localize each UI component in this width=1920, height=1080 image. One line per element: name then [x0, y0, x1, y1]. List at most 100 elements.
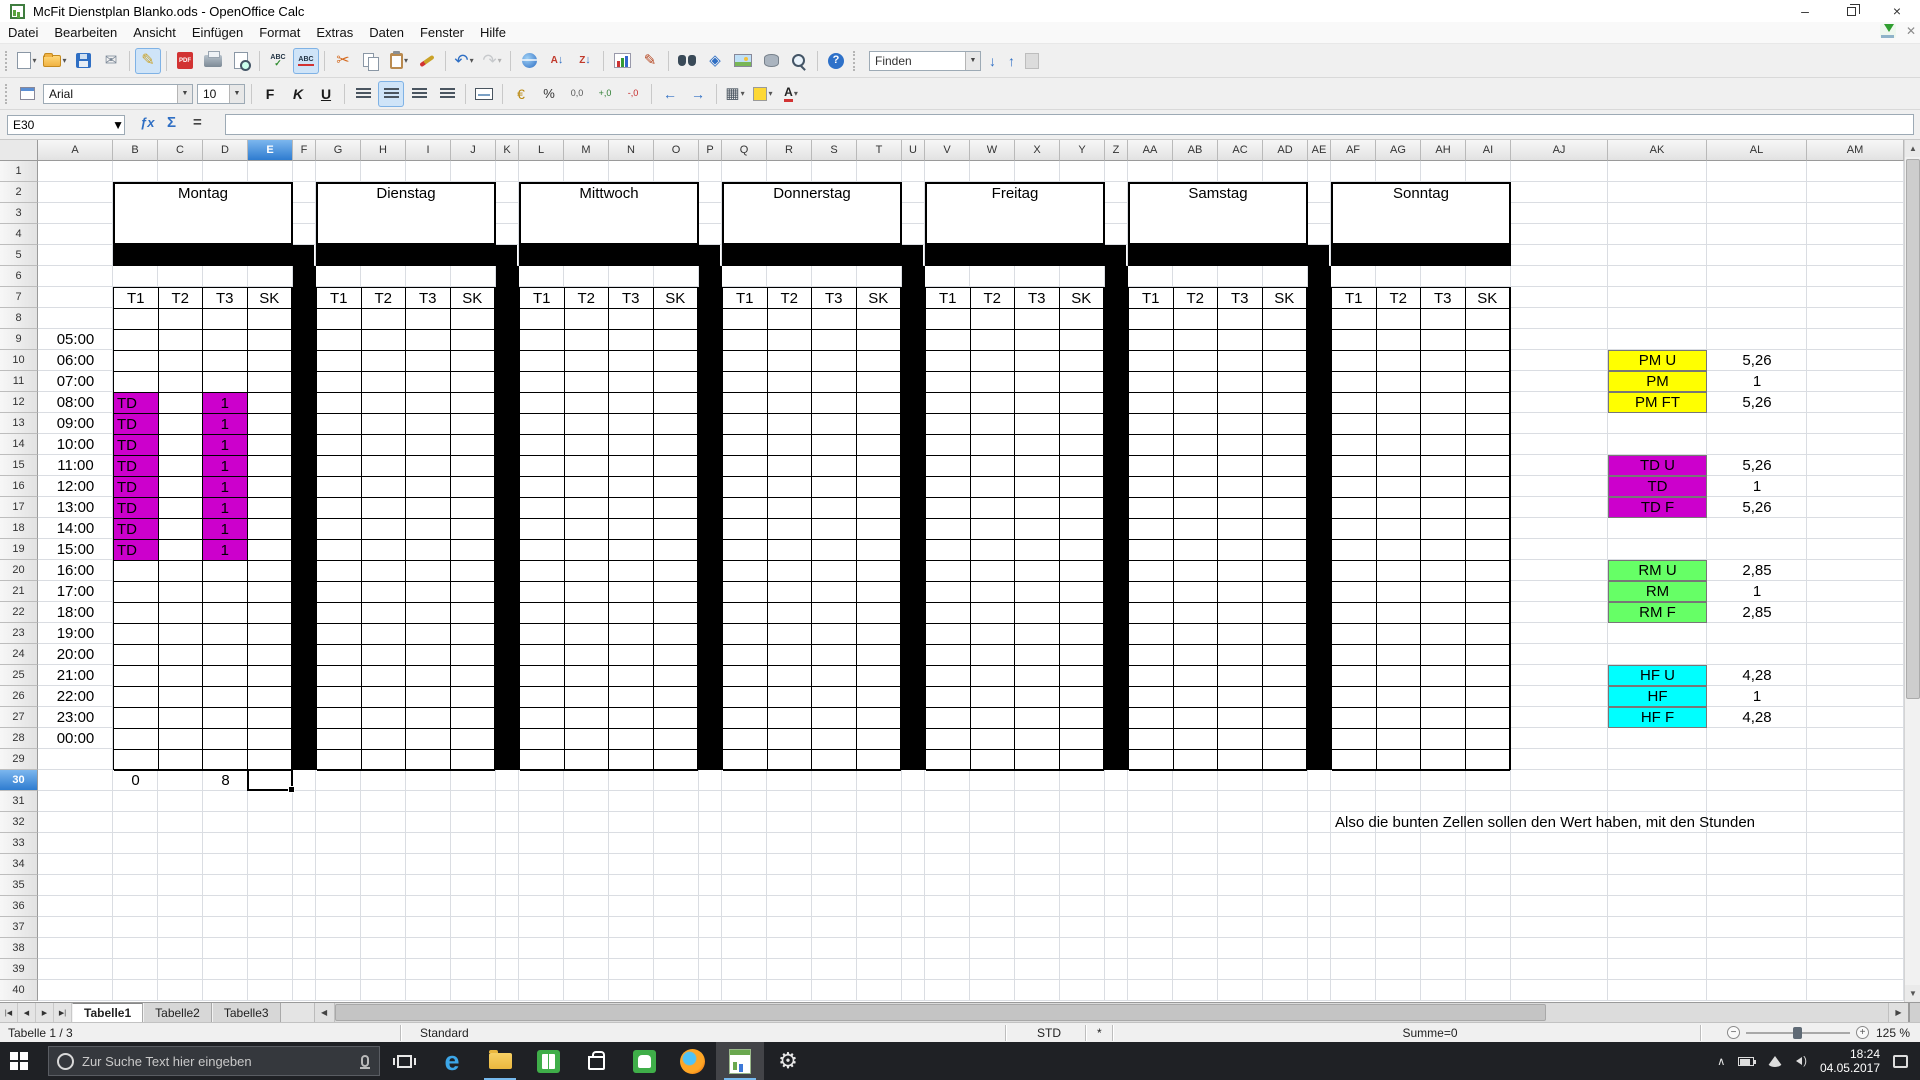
shift-cell[interactable]: [723, 414, 768, 435]
shift-cell[interactable]: [451, 645, 496, 666]
shift-cell[interactable]: [406, 729, 451, 750]
shift-cell[interactable]: [926, 687, 971, 708]
column-header-R[interactable]: R: [767, 140, 812, 161]
shift-cell[interactable]: [203, 351, 248, 372]
shift-cell[interactable]: [857, 414, 902, 435]
legend-value-hf-u[interactable]: 4,28: [1707, 665, 1807, 686]
column-header-AG[interactable]: AG: [1376, 140, 1421, 161]
menu-item-hilfe[interactable]: Hilfe: [472, 22, 514, 44]
shift-cell[interactable]: [768, 561, 813, 582]
shift-cell[interactable]: [1332, 540, 1377, 561]
shift-cell[interactable]: [609, 519, 654, 540]
time-label[interactable]: 05:00: [38, 329, 113, 350]
column-header-AH[interactable]: AH: [1421, 140, 1466, 161]
column-header-M[interactable]: M: [564, 140, 609, 161]
time-label[interactable]: 13:00: [38, 497, 113, 518]
shift-entry-td[interactable]: TD: [114, 519, 159, 540]
shift-column-header[interactable]: SK: [451, 288, 496, 309]
shift-column-header[interactable]: SK: [857, 288, 902, 309]
shift-cell[interactable]: [1466, 708, 1511, 729]
sheet-tab-tabelle1[interactable]: Tabelle1: [72, 1003, 143, 1022]
shift-cell[interactable]: [926, 582, 971, 603]
formula-input-line[interactable]: [225, 114, 1914, 135]
shift-cell[interactable]: [1332, 393, 1377, 414]
shift-cell[interactable]: [971, 582, 1016, 603]
shift-cell[interactable]: [1060, 729, 1105, 750]
shift-cell[interactable]: [812, 498, 857, 519]
shift-cell[interactable]: [565, 540, 610, 561]
shift-cell[interactable]: [1466, 414, 1511, 435]
shift-cell[interactable]: [1377, 666, 1422, 687]
edit-file-icon[interactable]: ✎: [135, 48, 161, 74]
row-header-14[interactable]: 14: [0, 434, 38, 455]
shift-cell[interactable]: [406, 498, 451, 519]
shift-cell[interactable]: [723, 498, 768, 519]
shift-cell[interactable]: [1421, 687, 1466, 708]
shift-cell[interactable]: [609, 603, 654, 624]
shift-cell[interactable]: [248, 582, 293, 603]
next-sheet-button[interactable]: ▶: [36, 1003, 54, 1022]
row-header-30[interactable]: 30: [0, 770, 38, 791]
shift-cell[interactable]: [971, 687, 1016, 708]
chevron-down-icon[interactable]: ▼: [177, 85, 192, 103]
shift-cell[interactable]: [1421, 582, 1466, 603]
shift-cell[interactable]: [1263, 393, 1308, 414]
shift-cell[interactable]: [654, 330, 699, 351]
shift-cell[interactable]: [1174, 645, 1219, 666]
day-header-samstag[interactable]: Samstag: [1128, 182, 1308, 245]
shift-cell[interactable]: [114, 750, 159, 771]
shift-cell[interactable]: [1174, 477, 1219, 498]
save-icon[interactable]: [70, 48, 96, 74]
shift-cell[interactable]: [1060, 456, 1105, 477]
time-label[interactable]: 09:00: [38, 413, 113, 434]
shift-cell[interactable]: [1332, 435, 1377, 456]
shift-cell[interactable]: [926, 372, 971, 393]
shift-cell[interactable]: [1060, 582, 1105, 603]
shift-cell[interactable]: [406, 687, 451, 708]
select-all-corner[interactable]: [0, 140, 38, 161]
shift-cell[interactable]: [1129, 477, 1174, 498]
shift-cell[interactable]: [1129, 498, 1174, 519]
shift-cell[interactable]: [1421, 309, 1466, 330]
shift-cell[interactable]: [654, 729, 699, 750]
shift-cell[interactable]: [609, 372, 654, 393]
shift-cell[interactable]: [609, 582, 654, 603]
shift-cell[interactable]: [406, 414, 451, 435]
shift-cell[interactable]: [1377, 477, 1422, 498]
shift-cell[interactable]: [971, 477, 1016, 498]
shift-cell[interactable]: [159, 519, 204, 540]
shift-cell[interactable]: [362, 624, 407, 645]
shift-cell[interactable]: [654, 666, 699, 687]
day-header-montag[interactable]: Montag: [113, 182, 293, 245]
scroll-right-icon[interactable]: ▶: [1888, 1003, 1908, 1022]
shift-cell[interactable]: [1218, 540, 1263, 561]
shift-cell[interactable]: [1129, 351, 1174, 372]
legend-label-hf-f[interactable]: HF F: [1608, 707, 1707, 728]
shift-cell[interactable]: [1015, 708, 1060, 729]
shift-cell[interactable]: [971, 750, 1016, 771]
shift-cell[interactable]: [203, 330, 248, 351]
shift-cell[interactable]: [451, 477, 496, 498]
column-header-B[interactable]: B: [113, 140, 158, 161]
column-header-AE[interactable]: AE: [1308, 140, 1331, 161]
settings-icon[interactable]: ⚙: [764, 1042, 812, 1080]
shift-cell[interactable]: [406, 330, 451, 351]
shift-entry-td[interactable]: TD: [114, 393, 159, 414]
shift-column-header[interactable]: T1: [520, 288, 565, 309]
shift-cell[interactable]: [723, 456, 768, 477]
shift-cell[interactable]: [1174, 561, 1219, 582]
shift-cell[interactable]: [1421, 561, 1466, 582]
column-header-T[interactable]: T: [857, 140, 902, 161]
copy-icon[interactable]: [358, 48, 384, 74]
shift-cell[interactable]: [723, 645, 768, 666]
shift-cell[interactable]: [723, 687, 768, 708]
shift-cell[interactable]: [1263, 519, 1308, 540]
shift-cell[interactable]: [565, 561, 610, 582]
shift-cell[interactable]: [1466, 309, 1511, 330]
sheet-tab-tabelle3[interactable]: Tabelle3: [212, 1003, 281, 1022]
shift-cell[interactable]: [654, 456, 699, 477]
shift-cell[interactable]: [654, 309, 699, 330]
menu-item-format[interactable]: Format: [251, 22, 308, 44]
shift-cell[interactable]: [723, 435, 768, 456]
time-label[interactable]: 12:00: [38, 476, 113, 497]
